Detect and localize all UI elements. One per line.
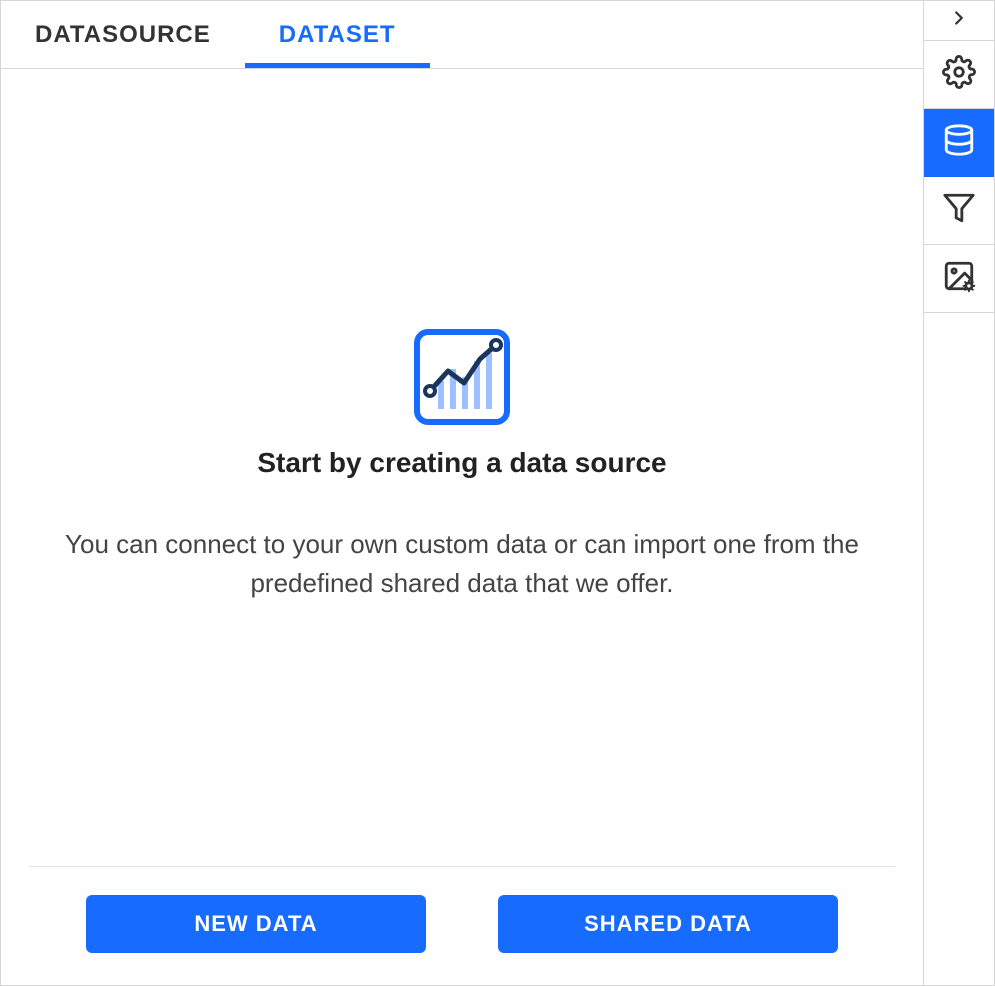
right-sidebar [924, 1, 994, 985]
main-panel: DATASOURCE DATASET Start [1, 1, 924, 985]
chevron-right-icon [948, 7, 970, 34]
empty-state-description: You can connect to your own custom data … [32, 525, 892, 603]
sidebar-item-collapse[interactable] [924, 1, 994, 41]
chart-icon [414, 329, 510, 425]
new-data-button[interactable]: NEW DATA [86, 895, 426, 953]
content-area: Start by creating a data source You can … [1, 69, 923, 985]
database-icon [942, 123, 976, 162]
tab-bar: DATASOURCE DATASET [1, 1, 923, 69]
sidebar-item-image[interactable] [924, 245, 994, 313]
empty-state: Start by creating a data source You can … [29, 69, 895, 866]
sidebar-item-filter[interactable] [924, 177, 994, 245]
gear-icon [942, 55, 976, 94]
funnel-icon [942, 191, 976, 230]
footer-actions: NEW DATA SHARED DATA [29, 866, 895, 985]
tab-datasource[interactable]: DATASOURCE [1, 1, 245, 68]
sidebar-item-data[interactable] [924, 109, 994, 177]
app-root: DATASOURCE DATASET Start [0, 0, 995, 986]
empty-state-title: Start by creating a data source [257, 447, 666, 479]
picture-gear-icon [942, 259, 976, 298]
tab-dataset[interactable]: DATASET [245, 1, 430, 68]
sidebar-item-settings[interactable] [924, 41, 994, 109]
shared-data-button[interactable]: SHARED DATA [498, 895, 838, 953]
